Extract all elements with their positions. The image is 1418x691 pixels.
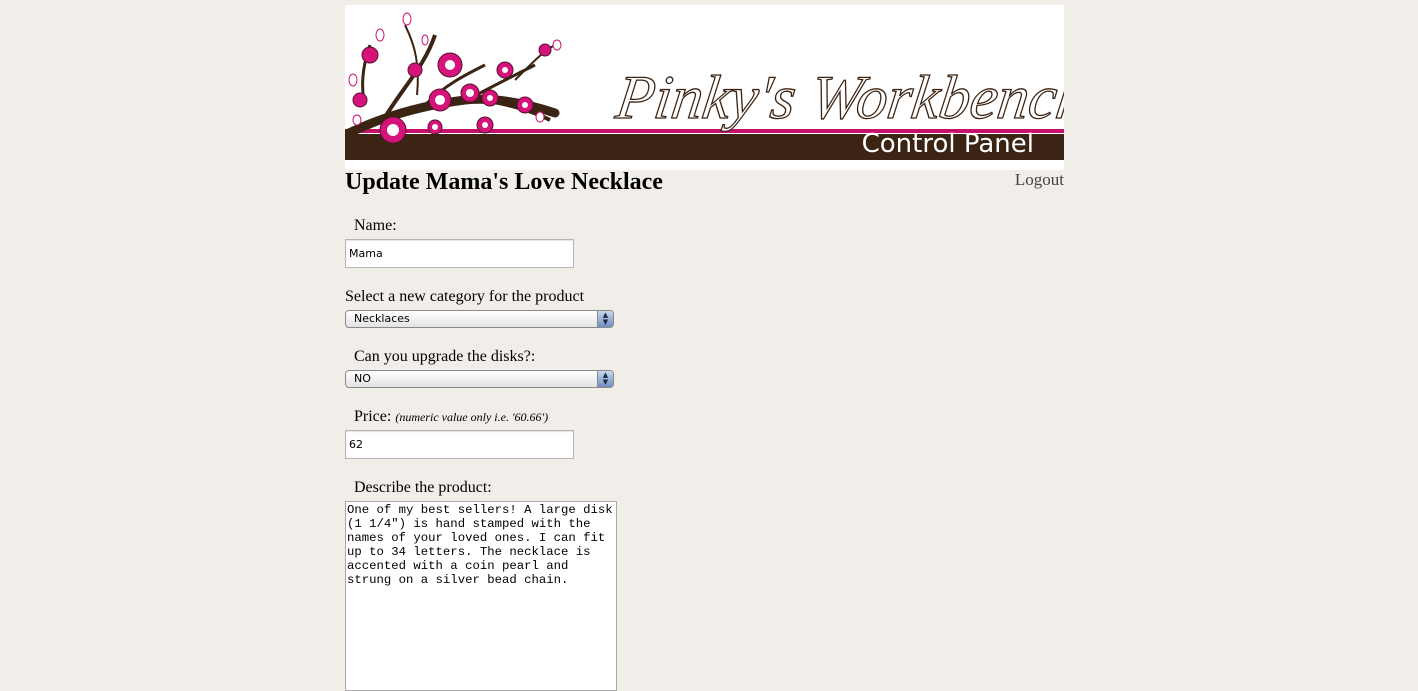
page-title: Update Mama's Love Necklace xyxy=(345,169,663,195)
brand-subtitle: Control Panel xyxy=(861,129,1034,159)
category-label: Select a new category for the product xyxy=(345,288,585,305)
logout-link[interactable]: Logout xyxy=(1015,170,1064,190)
select-arrows-icon: ▲ ▼ xyxy=(597,311,613,327)
description-label: Describe the product: xyxy=(354,479,492,496)
header-banner: Pinky's Workbench Control Panel xyxy=(345,5,1064,170)
name-input[interactable]: Mama xyxy=(345,239,574,268)
upgrade-select[interactable]: NO ▲ ▼ xyxy=(345,370,614,388)
upgrade-selected-value: NO xyxy=(354,372,371,385)
category-selected-value: Necklaces xyxy=(354,312,410,325)
price-input[interactable]: 62 xyxy=(345,430,574,459)
description-textarea[interactable]: One of my best sellers! A large disk (1 … xyxy=(345,501,617,691)
select-arrows-icon: ▲ ▼ xyxy=(597,371,613,387)
price-hint: (numeric value only i.e. '60.66') xyxy=(395,410,549,424)
upgrade-label: Can you upgrade the disks?: xyxy=(354,348,536,365)
price-label-row: Price: (numeric value only i.e. '60.66') xyxy=(354,408,548,426)
name-label: Name: xyxy=(354,217,397,234)
page-container: Pinky's Workbench Control Panel Update M… xyxy=(345,5,1064,691)
brand-title: Pinky's Workbench xyxy=(612,63,1064,132)
price-label: Price: xyxy=(354,408,392,425)
category-select[interactable]: Necklaces ▲ ▼ xyxy=(345,310,614,328)
